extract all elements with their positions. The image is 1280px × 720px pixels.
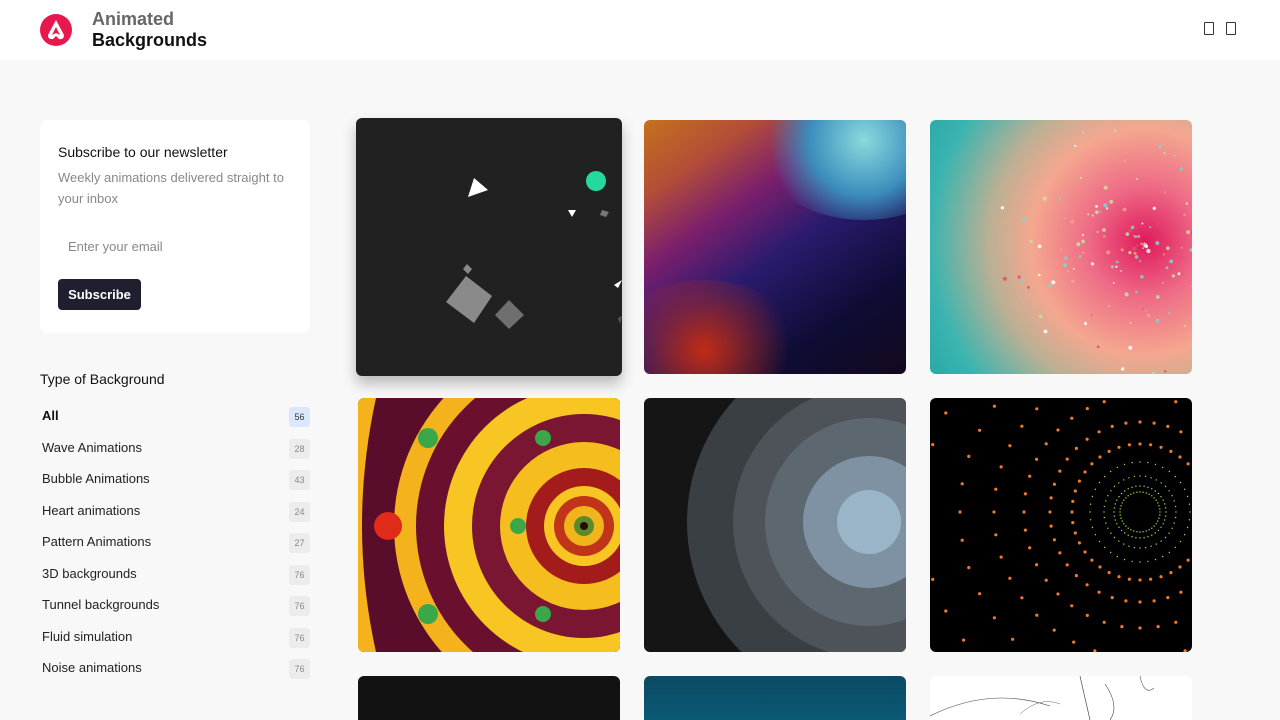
category-label: Tunnel backgrounds <box>42 597 160 612</box>
category-item-all[interactable]: All 56 <box>40 401 310 433</box>
brand-line-1: Animated <box>92 9 175 29</box>
newsletter-card: Subscribe to our newsletter Weekly anima… <box>40 120 310 333</box>
count-badge: 27 <box>289 533 310 553</box>
header-actions <box>1204 22 1236 35</box>
brand-line-2: Backgrounds <box>92 30 208 50</box>
newsletter-title: Subscribe to our newsletter <box>58 144 228 160</box>
category-label: 3D backgrounds <box>42 565 137 581</box>
gallery-tile-dark[interactable] <box>358 676 620 720</box>
category-label: All <box>42 408 59 423</box>
brand-name[interactable]: Animated Backgrounds <box>92 9 207 51</box>
particle-dots <box>1000 129 1192 374</box>
top-bar: Animated Backgrounds <box>0 0 1280 60</box>
gallery-tile-particle-gradient[interactable] <box>930 120 1192 374</box>
category-item-pattern-animations[interactable]: Pattern Animations 27 <box>40 527 310 559</box>
gallery-tile-dot-tunnel[interactable] <box>930 398 1192 652</box>
gallery-tile-ocean[interactable] <box>644 676 906 720</box>
subscribe-button[interactable]: Subscribe <box>58 279 141 310</box>
category-item-3d-backgrounds[interactable]: 3D backgrounds 76 <box>40 559 310 591</box>
window-icon[interactable] <box>1204 22 1214 35</box>
category-item-bubble-animations[interactable]: Bubble Animations 43 <box>40 464 310 496</box>
gallery-tile-gradient-swirl[interactable] <box>644 120 906 374</box>
category-item-heart-animations[interactable]: Heart animations 24 <box>40 496 310 528</box>
gradient-glow <box>754 120 906 220</box>
category-label: Wave Animations <box>42 439 142 455</box>
gradient-glow <box>644 280 804 374</box>
count-badge: 76 <box>289 596 310 616</box>
gallery-tile-kaleidoscope[interactable] <box>358 398 620 652</box>
gallery-tile-geometric-shapes[interactable] <box>356 118 622 376</box>
count-badge: 28 <box>289 438 310 459</box>
count-badge: 76 <box>289 564 310 585</box>
count-badge: 24 <box>289 501 310 522</box>
category-item-noise-animations[interactable]: Noise animations 76 <box>40 653 310 685</box>
category-label: Fluid simulation <box>42 628 133 644</box>
line-sketch-preview <box>930 676 1155 720</box>
category-item-tunnel-backgrounds[interactable]: Tunnel backgrounds 76 <box>40 590 310 622</box>
category-item-wave-animations[interactable]: Wave Animations 28 <box>40 433 310 465</box>
filter-title: Type of Background <box>40 371 165 387</box>
category-label: Pattern Animations <box>42 534 152 549</box>
window-icon[interactable] <box>1226 22 1236 35</box>
category-list: All 56 Wave Animations 28 Bubble Animati… <box>40 401 310 685</box>
gallery-tile-line-sketch[interactable] <box>930 676 1192 720</box>
email-input[interactable] <box>58 232 292 260</box>
count-badge: 56 <box>289 407 310 427</box>
category-label: Bubble Animations <box>42 471 150 486</box>
count-badge: 43 <box>289 470 310 490</box>
newsletter-description: Weekly animations delivered straight to … <box>58 170 284 206</box>
category-item-fluid-simulation[interactable]: Fluid simulation 76 <box>40 622 310 654</box>
count-badge: 76 <box>289 659 310 679</box>
kaleidoscope-preview <box>358 398 620 652</box>
dot-tunnel-preview <box>931 400 1191 652</box>
category-label: Heart animations <box>42 502 141 518</box>
gallery-tile-concentric-circles[interactable] <box>644 398 906 652</box>
category-label: Noise animations <box>42 660 142 675</box>
count-badge: 76 <box>289 627 310 648</box>
logo-icon[interactable] <box>40 14 72 46</box>
geometric-shapes-preview <box>446 171 622 329</box>
concentric-circles-preview <box>687 398 906 652</box>
